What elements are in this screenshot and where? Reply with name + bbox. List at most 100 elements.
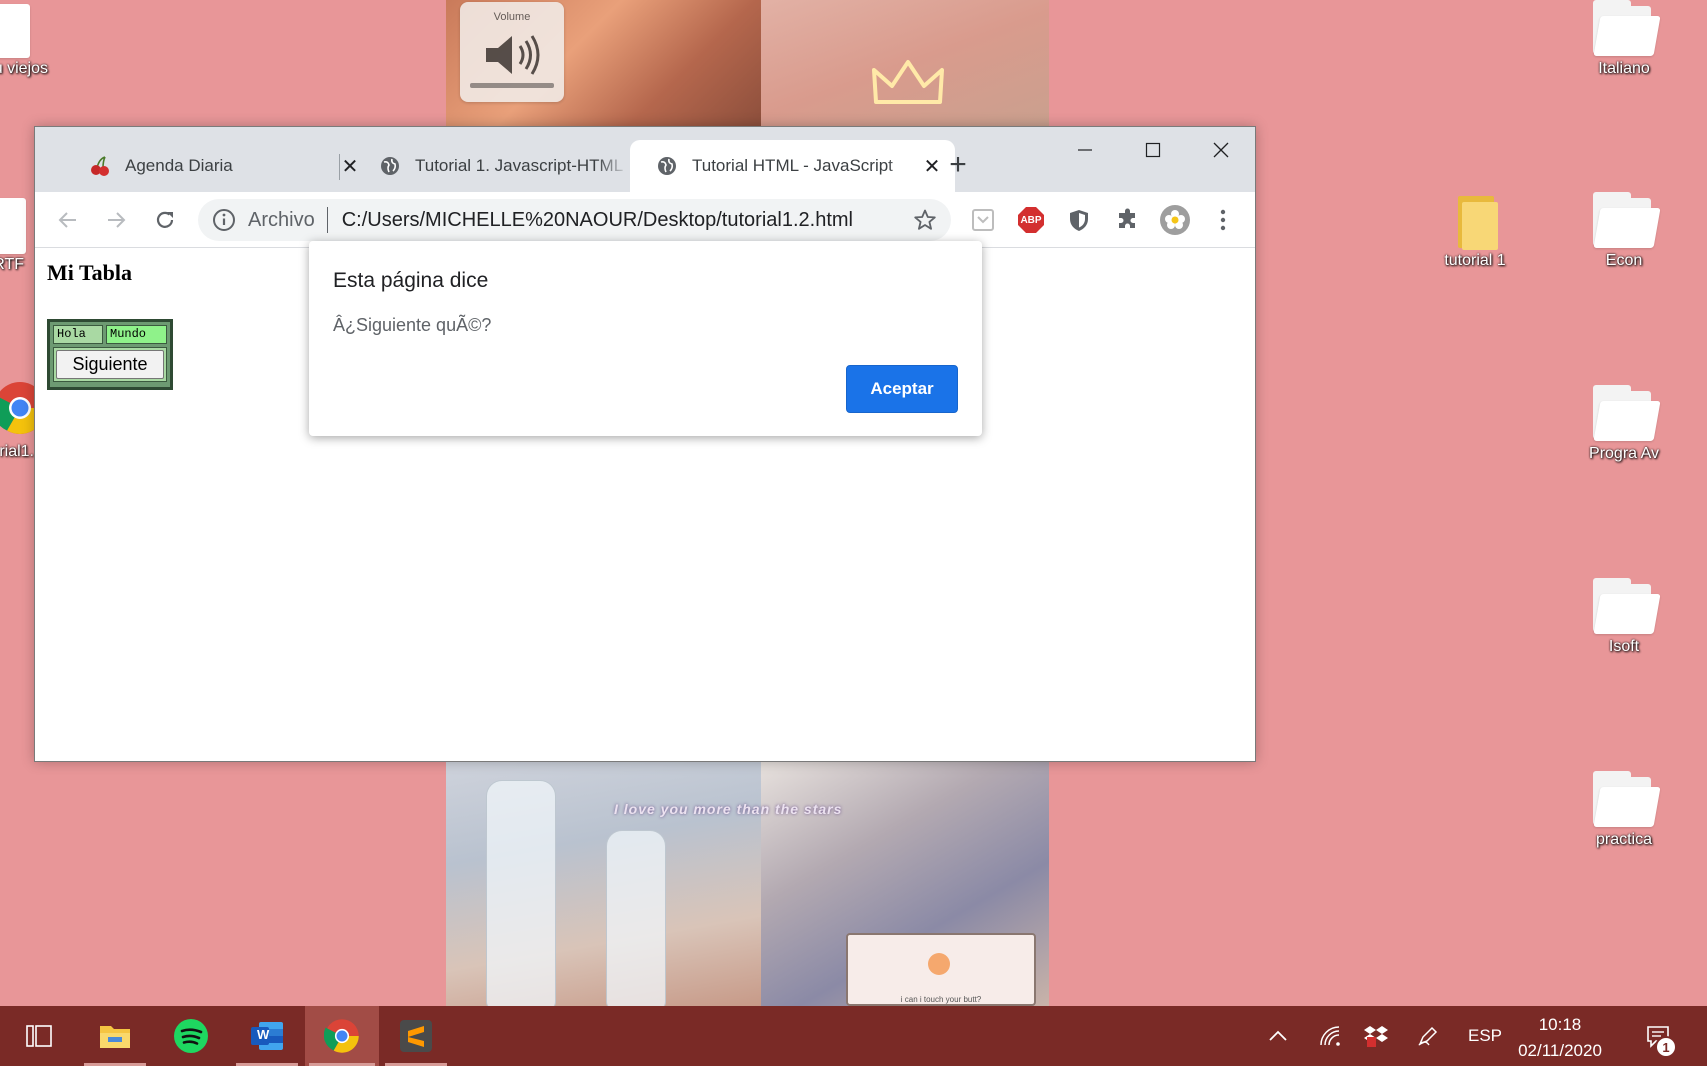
desk-icon-progra-av[interactable]: Progra Av — [1574, 385, 1674, 463]
volume-widget: Volume — [460, 2, 564, 102]
desk-icon-label: Econ — [1605, 252, 1643, 269]
show-hidden-icons-button[interactable] — [1262, 1006, 1294, 1066]
taskbar: W ESP 10:18 02/11/2020 — [0, 1006, 1707, 1066]
desk-icon-label: s u viejos — [0, 60, 48, 77]
browser-menu-button[interactable] — [1208, 205, 1238, 235]
pocket-extension[interactable] — [968, 205, 998, 235]
close-window-button[interactable] — [1187, 127, 1255, 173]
wifi-icon — [1320, 1026, 1340, 1046]
alert-dialog: Esta página dice Â¿Siguiente quÃ©? Acept… — [309, 241, 982, 436]
back-button[interactable] — [51, 203, 85, 237]
url-text[interactable]: C:/Users/MICHELLE%20NAOUR/Desktop/tutori… — [342, 209, 853, 232]
chevron-up-icon — [1269, 1030, 1287, 1041]
taskbar-clock[interactable]: 10:18 02/11/2020 — [1505, 1012, 1615, 1064]
tab-tutorial-html[interactable]: Tutorial HTML - JavaScript ✕ — [630, 140, 955, 192]
clock-date: 02/11/2020 — [1518, 1041, 1602, 1060]
new-tab-button[interactable]: + — [940, 147, 976, 183]
close-icon — [1213, 142, 1229, 158]
table-cell-hola: Hola — [53, 325, 103, 344]
taskbar-chrome[interactable] — [305, 1006, 379, 1066]
browser-toolbar: Archivo C:/Users/MICHELLE%20NAOUR/Deskto… — [35, 192, 1255, 248]
word-letter: W — [257, 1027, 270, 1042]
minimize-button[interactable] — [1051, 127, 1119, 173]
desk-icon-isoft[interactable]: Isoft — [1574, 578, 1674, 656]
bottle-image — [486, 780, 556, 1006]
spotify-icon — [174, 1019, 208, 1053]
clock-time: 10:18 — [1538, 1015, 1582, 1034]
pen-tray[interactable] — [1412, 1006, 1444, 1066]
dropbox-tray[interactable] — [1360, 1006, 1392, 1066]
speaker-icon — [486, 35, 540, 75]
address-bar[interactable]: Archivo C:/Users/MICHELLE%20NAOUR/Deskto… — [198, 199, 951, 241]
folder-icon — [1589, 192, 1661, 250]
tab-separator — [339, 154, 340, 180]
globe-icon — [379, 155, 401, 177]
folder-icon — [1589, 578, 1661, 636]
browser-window: Agenda Diaria ✕ Tutorial 1. Javascript-H… — [34, 126, 1256, 762]
aceptar-button[interactable]: Aceptar — [846, 365, 958, 413]
desk-icon-econ[interactable]: Econ — [1574, 192, 1674, 270]
reload-icon — [156, 211, 174, 228]
file-scheme-label: Archivo — [248, 208, 315, 231]
table-button-cell: Siguiente — [53, 347, 167, 382]
file-explorer-icon — [100, 1026, 130, 1048]
minimize-icon — [1078, 149, 1092, 151]
taskbar-file-explorer[interactable] — [80, 1006, 150, 1066]
tab-title: Tutorial HTML - JavaScript — [692, 156, 893, 175]
flower-avatar-icon — [1160, 205, 1190, 235]
reload-button[interactable] — [148, 203, 182, 237]
network-status[interactable] — [1314, 1006, 1346, 1066]
desk-icon-label: practica — [1595, 831, 1653, 848]
wallpaper-note-text: i can i touch your butt? — [900, 995, 982, 1004]
peach-icon — [928, 953, 950, 975]
desk-icon-practica[interactable]: practica — [1574, 771, 1674, 849]
desk-icon-label: Progra Av — [1589, 445, 1659, 462]
cherry-icon — [89, 155, 111, 177]
bottle-image — [606, 830, 666, 1006]
dialog-title: Esta página dice — [333, 269, 489, 292]
maximize-button[interactable] — [1119, 127, 1187, 173]
desk-icon-tutorial-1[interactable]: tutorial 1 — [1425, 192, 1525, 270]
pocket-icon — [972, 209, 994, 231]
tab-tutorial-1[interactable]: Tutorial 1. Javascript-HTML ✕ — [353, 140, 663, 192]
task-view-button[interactable] — [4, 1006, 74, 1066]
task-view-icon — [26, 1025, 52, 1047]
menu-dots-icon — [1220, 209, 1226, 231]
desk-icon-tutorial-chrome[interactable]: rial1. — [0, 380, 46, 461]
dialog-message: Â¿Siguiente quÃ©? — [333, 315, 492, 335]
shield-icon — [1070, 210, 1088, 231]
desk-icon-rtf[interactable]: RTF — [0, 196, 26, 274]
chrome-icon — [324, 1019, 359, 1053]
info-icon[interactable] — [212, 208, 236, 232]
page-heading: Mi Tabla — [47, 260, 132, 285]
desk-icon-italiano[interactable]: Italiano — [1574, 0, 1674, 78]
profile-avatar[interactable] — [1160, 205, 1190, 235]
desk-icon-label: tutorial 1 — [1444, 252, 1506, 269]
globe-icon — [656, 155, 678, 177]
action-center-button[interactable] — [1638, 1006, 1678, 1066]
tab-agenda-diaria[interactable]: Agenda Diaria ✕ — [63, 140, 373, 192]
forward-button[interactable] — [99, 203, 133, 237]
arrow-left-icon — [58, 212, 76, 228]
notification-count-badge: 1 — [1655, 1036, 1677, 1058]
taskbar-word[interactable]: W — [232, 1006, 302, 1066]
dropbox-icon — [1364, 1026, 1388, 1047]
arrow-right-icon — [108, 212, 126, 228]
taskbar-sublime-text[interactable] — [381, 1006, 451, 1066]
shield-extension[interactable] — [1064, 205, 1094, 235]
siguiente-button[interactable]: Siguiente — [56, 350, 164, 379]
desk-icon-label: Isoft — [1608, 638, 1640, 655]
language-indicator[interactable]: ESP — [1460, 1006, 1510, 1066]
tab-title: Tutorial 1. Javascript-HTML — [415, 156, 624, 175]
folder-icon — [1440, 192, 1510, 250]
abp-label: ABP — [1020, 214, 1042, 226]
adblock-plus-extension[interactable]: ABP — [1016, 205, 1046, 235]
sublime-text-icon — [400, 1020, 432, 1052]
extensions-button[interactable] — [1112, 205, 1142, 235]
omnibox-divider — [326, 207, 328, 233]
taskbar-spotify[interactable] — [156, 1006, 226, 1066]
desk-icon-viejos[interactable]: s u viejos — [0, 0, 62, 78]
bookmark-star-icon[interactable] — [913, 208, 937, 232]
puzzle-icon — [1119, 208, 1135, 228]
desk-icon-label: RTF — [0, 256, 24, 273]
